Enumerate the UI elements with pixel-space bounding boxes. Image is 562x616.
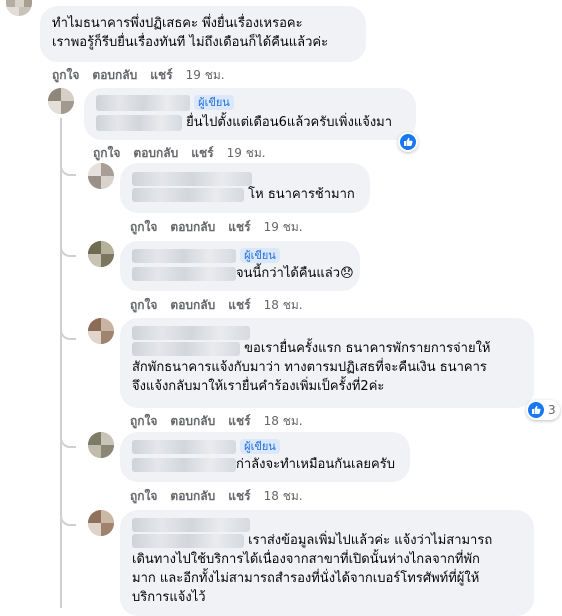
blurred-name: [132, 341, 240, 356]
comment-text: โห ธนาคารช้ามาก: [248, 187, 355, 202]
comment-text: ยื่นไปตั้งแต่เดือน6แล้วครับเพิ่งแจ้งมา: [186, 115, 393, 130]
comment-text: เราพอรู้ก็รีบยื่นเรื่องทันที ไม่ถึงเดือน…: [52, 35, 329, 50]
comment-actions: ถูกใจ ตอบกลับ แชร์ 19 ชม.: [93, 144, 279, 163]
author-badge: ผู้เขียน: [240, 439, 280, 454]
like-reaction-icon: [400, 134, 416, 150]
like-button[interactable]: ถูกใจ: [130, 298, 157, 312]
blurred-name[interactable]: [132, 439, 236, 454]
reply-button[interactable]: ตอบกลับ: [170, 220, 215, 234]
comment-text: เดินทางไปใช้บริการได้เนื่องจากสาขาที่เปิ…: [132, 552, 480, 567]
share-button[interactable]: แชร์: [228, 298, 250, 312]
author-badge: ผู้เขียน: [240, 248, 280, 263]
thread-curve: [60, 241, 76, 257]
comment-text: ทำไมธนาคารพึ่งปฏิเสธคะ พึ่งยื่นเรื่องเหร…: [52, 16, 303, 31]
blurred-name: [96, 114, 182, 131]
blurred-name: [132, 533, 244, 548]
comment-actions: ถูกใจ ตอบกลับ แชร์ 18 ชม.: [130, 296, 316, 315]
share-button[interactable]: แชร์: [228, 220, 250, 234]
blurred-name[interactable]: [132, 171, 252, 186]
thread-curve: [60, 324, 76, 340]
blurred-name: [132, 266, 236, 281]
timestamp[interactable]: 19 ชม.: [186, 68, 225, 82]
comment-bubble: ทำไมธนาคารพึ่งปฏิเสธคะ พึ่งยื่นเรื่องเหร…: [40, 6, 366, 62]
reply-button[interactable]: ตอบกลับ: [170, 489, 215, 503]
comment-text: มาก และอีกทั้งไม่สามารถสำรองที่นั่งได้จา…: [132, 571, 480, 586]
comment-bubble: ผู้เขียน จนนี้กว่าได้คืนแล่ว😞: [120, 241, 360, 291]
blurred-name[interactable]: [132, 248, 236, 263]
reaction-count: 3: [548, 403, 556, 417]
share-button[interactable]: แชร์: [228, 489, 250, 503]
comment-actions: ถูกใจ ตอบกลับ แชร์ 19 ชม.: [52, 66, 238, 85]
avatar[interactable]: [88, 241, 114, 267]
avatar[interactable]: [48, 88, 74, 114]
author-badge: ผู้เขียน: [194, 95, 234, 110]
reply-button[interactable]: ตอบกลับ: [133, 146, 178, 160]
comment-actions: ถูกใจ ตอบกลับ แชร์ 18 ชม.: [130, 412, 316, 431]
thread-curve: [60, 160, 76, 176]
comment-text: ก่าลังจะทำเหมือนกันเลยครับ: [236, 457, 395, 472]
blurred-name[interactable]: [96, 94, 190, 111]
reaction-badge[interactable]: 3: [526, 400, 560, 420]
timestamp[interactable]: 18 ชม.: [264, 414, 303, 428]
comment-bubble: ขอเรายื่นครั้งแรก ธนาคารพักรายการจ่ายให้…: [120, 318, 534, 408]
comment-text: ขอเรายื่นครั้งแรก ธนาคารพักรายการจ่ายให้: [244, 341, 491, 356]
like-button[interactable]: ถูกใจ: [130, 414, 157, 428]
reaction-badge[interactable]: [398, 132, 418, 152]
comment-bubble: โห ธนาคารช้ามาก: [120, 163, 370, 213]
comment-text: จนนี้กว่าได้คืนแล่ว😞: [236, 266, 354, 281]
avatar[interactable]: [88, 432, 114, 458]
comment-actions: ถูกใจ ตอบกลับ แชร์ 18 ชม.: [130, 487, 316, 506]
comment-bubble: ผู้เขียน ก่าลังจะทำเหมือนกันเลยครับ: [120, 432, 410, 482]
thread-curve: [60, 432, 76, 448]
share-button[interactable]: แชร์: [228, 414, 250, 428]
timestamp[interactable]: 18 ชม.: [264, 298, 303, 312]
blurred-name: [132, 457, 236, 472]
blurred-name[interactable]: [132, 325, 250, 340]
reply-button[interactable]: ตอบกลับ: [92, 68, 137, 82]
timestamp[interactable]: 19 ชม.: [264, 220, 303, 234]
comment-text: เราส่งข้อมูลเพิ่มไปแล้วค่ะ แจ้งว่าไม่สาม…: [248, 533, 493, 548]
comment-bubble: ผู้เขียน ยื่นไปตั้งแต่เดือน6แล้วครับเพิ่…: [84, 88, 416, 140]
like-button[interactable]: ถูกใจ: [130, 220, 157, 234]
comment-actions: ถูกใจ ตอบกลับ แชร์ 19 ชม.: [130, 218, 316, 237]
comment-text: สักพักธนาคารแจ้งกับมาว่า ทางตารมปฏิเสธที…: [132, 360, 487, 375]
like-button[interactable]: ถูกใจ: [130, 489, 157, 503]
timestamp[interactable]: 19 ชม.: [227, 146, 266, 160]
timestamp[interactable]: 18 ชม.: [264, 489, 303, 503]
comment-text: จึงแจ้งกลับมาให้เรายื่นคำร้องเพิ่มเป็ครั…: [132, 379, 385, 394]
share-button[interactable]: แชร์: [150, 68, 172, 82]
comment-text: บริการแจ้งไว้: [132, 590, 206, 605]
avatar[interactable]: [88, 318, 114, 344]
like-reaction-icon: [528, 402, 544, 418]
avatar[interactable]: [6, 0, 32, 16]
avatar[interactable]: [88, 510, 114, 536]
share-button[interactable]: แชร์: [191, 146, 213, 160]
thread-line: [60, 118, 62, 608]
reply-button[interactable]: ตอบกลับ: [170, 298, 215, 312]
reply-button[interactable]: ตอบกลับ: [170, 414, 215, 428]
like-button[interactable]: ถูกใจ: [93, 146, 120, 160]
avatar[interactable]: [88, 163, 114, 189]
like-button[interactable]: ถูกใจ: [52, 68, 79, 82]
blurred-name[interactable]: [132, 517, 250, 532]
thread-curve: [60, 510, 76, 526]
blurred-name: [132, 187, 244, 202]
comment-bubble: เราส่งข้อมูลเพิ่มไปแล้วค่ะ แจ้งว่าไม่สาม…: [120, 510, 534, 616]
